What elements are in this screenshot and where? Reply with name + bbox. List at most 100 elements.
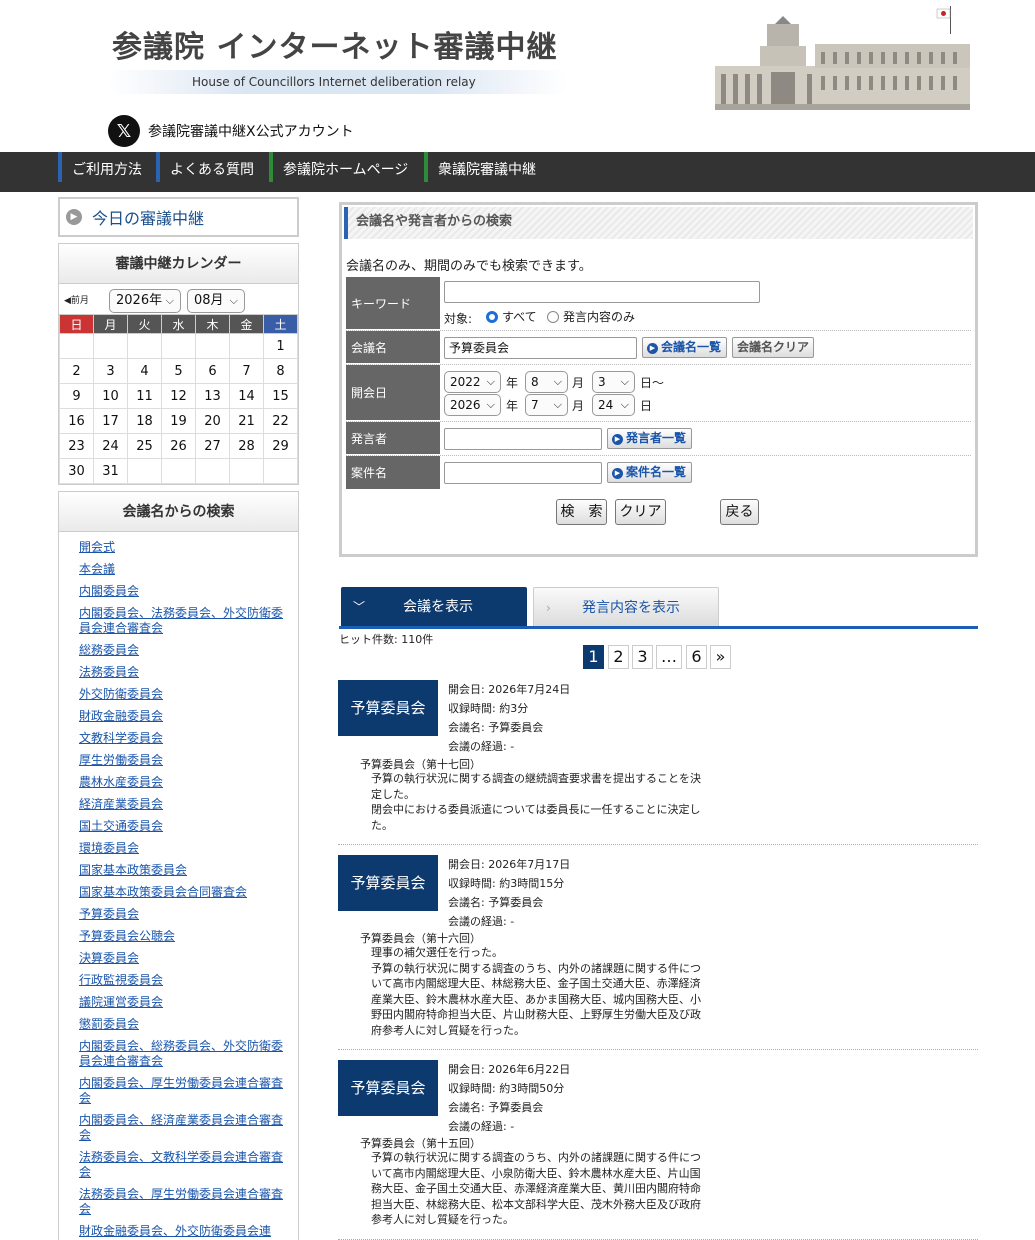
tab-show-speeches[interactable]: › 発言内容を表示 — [533, 587, 719, 627]
calendar-day[interactable]: 11 — [127, 383, 162, 409]
committee-link[interactable]: 環境委員会 — [79, 841, 284, 856]
committee-link[interactable]: 内閣委員会、法務委員会、外交防衛委員会連合審査会 — [79, 606, 284, 636]
tab-show-meetings[interactable]: ﹀ 会議を表示 — [341, 587, 527, 627]
committee-link[interactable]: 内閣委員会、総務委員会、外交防衛委員会連合審査会 — [79, 1039, 284, 1069]
subject-input[interactable] — [444, 462, 602, 484]
committee-link[interactable]: 国家基本政策委員会 — [79, 863, 284, 878]
calendar-day[interactable]: 6 — [195, 358, 230, 384]
calendar-day[interactable]: 22 — [263, 408, 298, 434]
calendar-month-select[interactable]: 08月 ⌵ — [187, 289, 245, 313]
calendar-year-select[interactable]: 2026年 ⌵ — [109, 289, 181, 313]
calendar-day[interactable]: 28 — [229, 433, 264, 459]
calendar-day[interactable]: 13 — [195, 383, 230, 409]
from-month-select[interactable]: 8 ⌵ — [525, 371, 568, 393]
nav-usage[interactable]: ご利用方法 — [58, 152, 142, 182]
committee-link[interactable]: 農林水産委員会 — [79, 775, 284, 790]
committee-link[interactable]: 予算委員会 — [79, 907, 284, 922]
calendar-day[interactable]: 5 — [161, 358, 196, 384]
x-account-link[interactable]: 𝕏 参議院審議中継X公式アカウント — [108, 115, 354, 147]
committee-link[interactable]: 本会議 — [79, 562, 284, 577]
calendar-day[interactable]: 23 — [59, 433, 94, 459]
committee-link[interactable]: 外交防衛委員会 — [79, 687, 284, 702]
committee-link[interactable]: 決算委員会 — [79, 951, 284, 966]
calendar-day[interactable]: 1 — [263, 333, 298, 359]
committee-link[interactable]: 開会式 — [79, 540, 284, 555]
from-year-select[interactable]: 2022 ⌵ — [444, 371, 501, 393]
calendar-day[interactable]: 12 — [161, 383, 196, 409]
page-2[interactable]: 2 — [608, 645, 629, 669]
result-badge[interactable]: 予算委員会 — [338, 680, 438, 736]
site-title[interactable]: 参議院 インターネット審議中継 — [112, 22, 557, 66]
to-day-select[interactable]: 24 ⌵ — [592, 394, 635, 416]
committee-link[interactable]: 文教科学委員会 — [79, 731, 284, 746]
page-3[interactable]: 3 — [632, 645, 653, 669]
subject-list-button[interactable]: ▶ 案件名一覧 — [607, 462, 692, 483]
meeting-input[interactable]: 予算委員会 — [444, 337, 637, 359]
committee-link[interactable]: 議院運営委員会 — [79, 995, 284, 1010]
calendar-day[interactable]: 15 — [263, 383, 298, 409]
committee-link[interactable]: 行政監視委員会 — [79, 973, 284, 988]
calendar-day[interactable]: 9 — [59, 383, 94, 409]
calendar-day[interactable]: 19 — [161, 408, 196, 434]
calendar-day[interactable]: 31 — [93, 458, 128, 484]
calendar-day[interactable]: 2 — [59, 358, 94, 384]
calendar-day[interactable]: 4 — [127, 358, 162, 384]
result-badge[interactable]: 予算委員会 — [338, 855, 438, 911]
committee-link[interactable]: 総務委員会 — [79, 643, 284, 658]
calendar-day[interactable]: 27 — [195, 433, 230, 459]
committee-link[interactable]: 内閣委員会 — [79, 584, 284, 599]
target-speech-radio[interactable]: 発言内容のみ — [547, 308, 635, 325]
calendar-day[interactable]: 8 — [263, 358, 298, 384]
calendar-day[interactable]: 10 — [93, 383, 128, 409]
nav-faq[interactable]: よくある質問 — [156, 152, 254, 182]
search-button[interactable]: 検 索 — [556, 499, 607, 525]
back-button[interactable]: 戻る — [720, 499, 759, 525]
clear-button[interactable]: クリア — [615, 499, 666, 525]
calendar-day[interactable]: 29 — [263, 433, 298, 459]
committee-link[interactable]: 内閣委員会、厚生労働委員会連合審査会 — [79, 1076, 284, 1106]
meeting-list-button[interactable]: ▶ 会議名一覧 — [642, 337, 727, 358]
committee-link[interactable]: 財政金融委員会 — [79, 709, 284, 724]
committee-link[interactable]: 懲罰委員会 — [79, 1017, 284, 1032]
calendar-day[interactable]: 24 — [93, 433, 128, 459]
committee-link[interactable]: 財政金融委員会、外交防衛委員会連 — [79, 1224, 284, 1239]
committee-link[interactable]: 法務委員会、厚生労働委員会連合審査会 — [79, 1187, 284, 1217]
page-6[interactable]: 6 — [686, 645, 707, 669]
committee-link[interactable]: 予算委員会公聴会 — [79, 929, 284, 944]
committee-link[interactable]: 経済産業委員会 — [79, 797, 284, 812]
calendar-day[interactable]: 16 — [59, 408, 94, 434]
prev-month-link[interactable]: ◀前月 — [64, 293, 89, 306]
target-all-radio[interactable]: すべて — [486, 308, 537, 325]
committee-link[interactable]: 厚生労働委員会 — [79, 753, 284, 768]
calendar-day[interactable]: 14 — [229, 383, 264, 409]
keyword-input[interactable] — [444, 281, 760, 303]
calendar-day[interactable]: 25 — [127, 433, 162, 459]
calendar-day[interactable]: 7 — [229, 358, 264, 384]
next-page[interactable]: » — [710, 645, 731, 669]
today-relay-link[interactable]: ▶ 今日の審議中継 — [58, 197, 299, 237]
calendar-day[interactable]: 18 — [127, 408, 162, 434]
to-year-select[interactable]: 2026 ⌵ — [444, 394, 501, 416]
nav-councillors-home[interactable]: 参議院ホームページ — [269, 152, 408, 182]
nav-representatives-relay[interactable]: 衆議院審議中継 — [424, 152, 536, 182]
calendar-day[interactable]: 21 — [229, 408, 264, 434]
calendar-day[interactable]: 20 — [195, 408, 230, 434]
calendar-day[interactable]: 30 — [59, 458, 94, 484]
speaker-list-button[interactable]: ▶ 発言者一覧 — [607, 428, 692, 449]
speaker-input[interactable] — [444, 428, 602, 450]
calendar-day[interactable]: 26 — [161, 433, 196, 459]
committee-link[interactable]: 法務委員会、文教科学委員会連合審査会 — [79, 1150, 284, 1180]
committee-link[interactable]: 内閣委員会、経済産業委員会連合審査会 — [79, 1113, 284, 1143]
to-month-select[interactable]: 7 ⌵ — [525, 394, 568, 416]
result-session: 予算委員会（第十六回） — [360, 932, 481, 945]
meeting-clear-button[interactable]: 会議名クリア — [732, 337, 814, 358]
calendar-day[interactable]: 3 — [93, 358, 128, 384]
committee-link[interactable]: 国土交通委員会 — [79, 819, 284, 834]
page-1[interactable]: 1 — [583, 645, 604, 669]
result-badge[interactable]: 予算委員会 — [338, 1060, 438, 1116]
committee-link[interactable]: 国家基本政策委員会合同審査会 — [79, 885, 284, 900]
committee-link[interactable]: 法務委員会 — [79, 665, 284, 680]
from-day-select[interactable]: 3 ⌵ — [592, 371, 635, 393]
meeting-row: 会議名 予算委員会 ▶ 会議名一覧 会議名クリア — [346, 331, 971, 365]
calendar-day[interactable]: 17 — [93, 408, 128, 434]
